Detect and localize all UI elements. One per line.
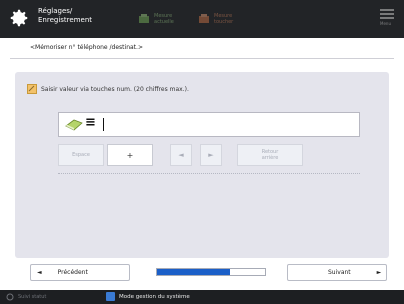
settings-gear-icon xyxy=(10,9,28,27)
instruction-text: Saisir valeur via touches num. (20 chiff… xyxy=(41,85,189,93)
next-label: Suivant xyxy=(328,269,351,276)
instruction-row: Saisir valeur via touches num. (20 chiff… xyxy=(27,84,189,94)
status-monitor-icon xyxy=(6,293,14,301)
menu-label: Menu xyxy=(380,21,391,26)
menu-bar-2 xyxy=(380,13,394,15)
divider xyxy=(10,58,394,59)
phone-number-input[interactable]: ≡ xyxy=(58,112,360,137)
system-mode-label: Mode gestion du système xyxy=(119,293,190,300)
header-button-touch-measure[interactable]: Mesure toucher xyxy=(198,8,233,30)
app-title: Réglages/ Enregistrement xyxy=(38,7,92,25)
next-arrow-icon: ► xyxy=(376,269,382,276)
header-button-current-measure[interactable]: Mesure actuelle xyxy=(138,8,174,30)
page-subtitle: <Mémoriser n° téléphone /destinat.> xyxy=(30,44,143,51)
dotted-divider xyxy=(58,173,360,174)
previous-arrow-icon: ◄ xyxy=(37,269,42,276)
top-header-bar: Réglages/ Enregistrement Mesure actuelle… xyxy=(0,0,404,38)
touch-measure-icon xyxy=(199,14,209,23)
input-panel: Saisir valeur via touches num. (20 chiff… xyxy=(15,72,389,258)
previous-button[interactable]: ◄ Précédent xyxy=(30,264,130,281)
system-mode-indicator: Mode gestion du système xyxy=(106,292,190,301)
keypad-hint-icon xyxy=(27,84,37,94)
status-monitor-button[interactable]: Suivi statut xyxy=(6,293,46,301)
menu-bar-3 xyxy=(380,17,394,19)
tone-symbol: ≡ xyxy=(85,115,96,130)
measure-icon xyxy=(139,14,149,23)
previous-label: Précédent xyxy=(57,269,88,276)
system-mode-icon xyxy=(106,292,115,301)
plus-key[interactable]: + xyxy=(107,144,153,166)
next-button[interactable]: Suivant ► xyxy=(287,264,387,281)
status-monitor-label: Suivi statut xyxy=(18,294,47,300)
status-bar: Suivi statut Mode gestion du système xyxy=(0,290,404,304)
backspace-key[interactable]: Retour arrière xyxy=(237,144,303,166)
cursor-left-key[interactable]: ◄ xyxy=(170,144,192,166)
address-book-icon xyxy=(65,119,83,131)
menu-bar-1 xyxy=(380,9,394,11)
progress-fill xyxy=(157,269,231,275)
title-line-1: Réglages/ xyxy=(38,7,73,15)
header-button-touch-measure-label: Mesure toucher xyxy=(214,13,234,25)
space-key[interactable]: Espace xyxy=(58,144,104,166)
progress-bar xyxy=(156,268,266,276)
text-caret xyxy=(103,118,104,131)
header-button-current-measure-label: Mesure actuelle xyxy=(154,13,174,25)
title-line-2: Enregistrement xyxy=(38,16,93,24)
cursor-right-key[interactable]: ► xyxy=(200,144,222,166)
menu-button[interactable]: Menu xyxy=(380,9,394,31)
